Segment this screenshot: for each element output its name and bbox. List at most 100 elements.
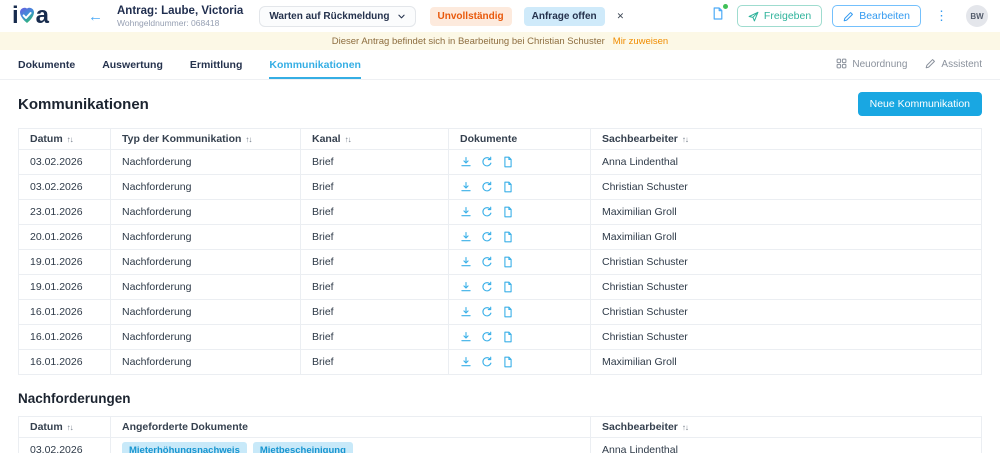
table-row[interactable]: 16.01.2026NachforderungBriefChristian Sc… (19, 325, 982, 350)
document-icon[interactable] (502, 206, 514, 218)
table-row[interactable]: 20.01.2026NachforderungBriefMaximilian G… (19, 225, 982, 250)
refresh-icon[interactable] (481, 281, 493, 293)
download-icon[interactable] (460, 356, 472, 368)
document-icon[interactable] (502, 231, 514, 243)
tab-ermittlung[interactable]: Ermittlung (190, 50, 243, 79)
tool-assistent[interactable]: Assistent (925, 58, 982, 72)
freigeben-button[interactable]: Freigeben (737, 5, 822, 27)
cell-dokumente (449, 300, 591, 325)
document-icon[interactable] (502, 281, 514, 293)
document-icon[interactable] (502, 306, 514, 318)
cell-kanal: Brief (301, 150, 449, 175)
cell-angeforderte-dokumente: MieterhöhungsnachweisMietbescheinigung (111, 438, 591, 453)
cell-datum: 03.02.2026 (19, 438, 111, 453)
column-header-datum[interactable]: Datum↑↓ (19, 129, 111, 150)
sort-icon[interactable]: ↑↓ (245, 135, 251, 144)
download-icon[interactable] (460, 156, 472, 168)
tab-auswertung[interactable]: Auswertung (102, 50, 163, 79)
cell-datum: 19.01.2026 (19, 250, 111, 275)
cell-kanal: Brief (301, 175, 449, 200)
cell-typ: Nachforderung (111, 275, 301, 300)
document-icon[interactable] (502, 181, 514, 193)
refresh-icon[interactable] (481, 356, 493, 368)
status-dropdown[interactable]: Warten auf Rückmeldung (259, 6, 415, 27)
sort-icon[interactable]: ↑↓ (682, 423, 688, 432)
close-icon[interactable]: ✕ (615, 9, 627, 24)
refresh-icon[interactable] (481, 206, 493, 218)
neue-kommunikation-button[interactable]: Neue Kommunikation (858, 92, 982, 116)
document-icon[interactable] (502, 331, 514, 343)
download-icon[interactable] (460, 206, 472, 218)
section-title-kommunikationen: Kommunikationen (18, 96, 149, 113)
back-arrow-icon[interactable]: ← (88, 8, 103, 25)
freigeben-label: Freigeben (764, 10, 811, 22)
refresh-icon[interactable] (481, 306, 493, 318)
paper-plane-icon (748, 11, 759, 22)
column-header-sachbearbeiter[interactable]: Sachbearbeiter↑↓ (591, 129, 982, 150)
bearbeiten-button[interactable]: Bearbeiten (832, 5, 921, 27)
table-row[interactable]: 19.01.2026NachforderungBriefChristian Sc… (19, 275, 982, 300)
column-label: Dokumente (460, 133, 517, 145)
table-row[interactable]: 03.02.2026NachforderungBriefAnna Lindent… (19, 150, 982, 175)
column-header-dokumente: Dokumente (449, 129, 591, 150)
download-icon[interactable] (460, 306, 472, 318)
sort-icon[interactable]: ↑↓ (67, 423, 73, 432)
table-row[interactable]: 03.02.2026MieterhöhungsnachweisMietbesch… (19, 438, 982, 453)
column-header-kanal[interactable]: Kanal↑↓ (301, 129, 449, 150)
refresh-icon[interactable] (481, 181, 493, 193)
assignment-notice-bar: Dieser Antrag befindet sich in Bearbeitu… (0, 32, 1000, 50)
sort-icon[interactable]: ↑↓ (345, 135, 351, 144)
download-icon[interactable] (460, 181, 472, 193)
status-dropdown-value: Warten auf Rückmeldung (269, 11, 389, 22)
table-header-row: Datum↑↓Typ der Kommunikation↑↓Kanal↑↓ Dok… (19, 129, 982, 150)
app-logo[interactable]: i a (12, 5, 68, 27)
notification-dot (723, 4, 728, 9)
document-icon[interactable] (502, 356, 514, 368)
sort-icon[interactable]: ↑↓ (67, 135, 73, 144)
export-document-button[interactable] (711, 6, 725, 26)
refresh-icon[interactable] (481, 156, 493, 168)
cell-datum: 20.01.2026 (19, 225, 111, 250)
download-icon[interactable] (460, 331, 472, 343)
refresh-icon[interactable] (481, 231, 493, 243)
table-row[interactable]: 16.01.2026NachforderungBriefChristian Sc… (19, 300, 982, 325)
cell-dokumente (449, 225, 591, 250)
cell-dokumente (449, 350, 591, 375)
document-icon[interactable] (502, 256, 514, 268)
column-header-typ-der-kommunikation[interactable]: Typ der Kommunikation↑↓ (111, 129, 301, 150)
more-options-icon[interactable]: ⋮ (931, 8, 952, 24)
cell-typ: Nachforderung (111, 350, 301, 375)
document-actions (460, 206, 579, 218)
cell-typ: Nachforderung (111, 225, 301, 250)
filter-tag-anfrage-offen: Anfrage offen (524, 7, 605, 26)
download-icon[interactable] (460, 231, 472, 243)
tab-dokumente[interactable]: Dokumente (18, 50, 75, 79)
download-icon[interactable] (460, 256, 472, 268)
avatar[interactable]: BW (966, 5, 988, 27)
refresh-icon[interactable] (481, 331, 493, 343)
cell-dokumente (449, 200, 591, 225)
tool-neuordnung[interactable]: Neuordnung (836, 58, 907, 72)
cell-kanal: Brief (301, 200, 449, 225)
column-header-datum[interactable]: Datum↑↓ (19, 417, 111, 438)
table-row[interactable]: 19.01.2026NachforderungBriefChristian Sc… (19, 250, 982, 275)
tab-kommunikationen[interactable]: Kommunikationen (269, 50, 361, 79)
section-title-nachforderungen: Nachforderungen (18, 391, 982, 406)
status-badge-incomplete: Unvollständig (430, 7, 512, 26)
bearbeiten-label: Bearbeiten (859, 10, 910, 22)
column-header-sachbearbeiter[interactable]: Sachbearbeiter↑↓ (591, 417, 982, 438)
assign-to-me-link[interactable]: Mir zuweisen (613, 36, 668, 47)
cell-dokumente (449, 275, 591, 300)
document-actions (460, 156, 579, 168)
table-row[interactable]: 23.01.2026NachforderungBriefMaximilian G… (19, 200, 982, 225)
table-row[interactable]: 16.01.2026NachforderungBriefMaximilian G… (19, 350, 982, 375)
document-icon[interactable] (502, 156, 514, 168)
download-icon[interactable] (460, 281, 472, 293)
cell-sachbearbeiter: Christian Schuster (591, 325, 982, 350)
sort-icon[interactable]: ↑↓ (682, 135, 688, 144)
document-actions (460, 231, 579, 243)
cell-sachbearbeiter: Christian Schuster (591, 275, 982, 300)
refresh-icon[interactable] (481, 256, 493, 268)
table-row[interactable]: 03.02.2026NachforderungBriefChristian Sc… (19, 175, 982, 200)
cell-dokumente (449, 175, 591, 200)
